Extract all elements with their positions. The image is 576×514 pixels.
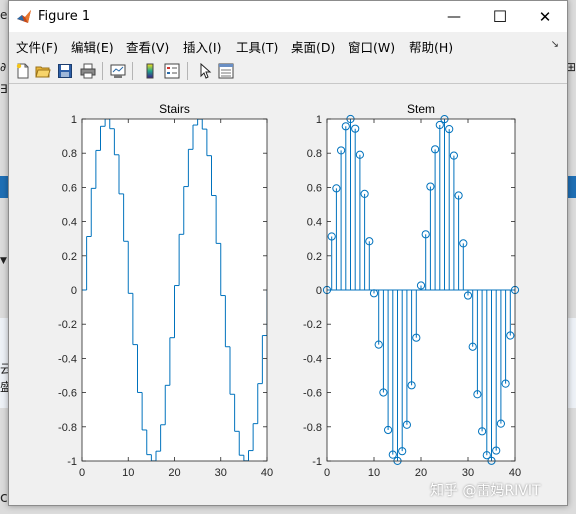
y-tick-label: 0 xyxy=(71,285,77,297)
new-figure-icon[interactable] xyxy=(13,61,33,81)
minimize-button[interactable]: — xyxy=(431,1,477,32)
background-panel-right xyxy=(568,318,576,408)
stairs-axes[interactable]: Stairs-1-0.8-0.6-0.4-0.200.20.40.60.810 1… xyxy=(58,102,273,479)
maximize-button[interactable]: ☐ xyxy=(477,1,523,32)
close-icon: ✕ xyxy=(538,7,552,26)
y-tick-label: -1 xyxy=(312,456,322,468)
menu-file[interactable]: 文件(F) xyxy=(16,37,58,56)
y-tick-label: -0.2 xyxy=(58,319,77,331)
insert-colorbar-icon[interactable] xyxy=(140,61,160,81)
x-tick-label: 20 xyxy=(168,467,180,479)
background-blue-bar-left xyxy=(0,176,8,198)
title-bar[interactable]: Figure 1 — ☐ ✕ xyxy=(9,1,567,32)
toolbar-separator xyxy=(187,62,188,80)
x-tick-label: 40 xyxy=(261,467,273,479)
y-tick-label: 0.8 xyxy=(62,148,77,160)
matlab-app-icon xyxy=(17,10,31,23)
y-tick-label: -0.4 xyxy=(58,353,77,365)
y-tick-label: 0.8 xyxy=(307,148,322,160)
y-tick-label: 0.6 xyxy=(307,182,322,194)
toolbar-separator xyxy=(102,62,103,80)
y-tick-label: 1 xyxy=(71,114,77,126)
menu-window[interactable]: 窗口(W) xyxy=(348,37,395,56)
background-blue-bar-right xyxy=(568,176,576,198)
background-text-fragment: e xyxy=(0,8,8,22)
y-tick-label: -0.6 xyxy=(303,388,322,400)
y-tick-label: -0.2 xyxy=(303,319,322,331)
x-tick-label: 10 xyxy=(368,467,380,479)
x-tick-label: 0 xyxy=(79,467,85,479)
y-tick-label: 0.2 xyxy=(307,251,322,263)
axes-title: Stairs xyxy=(159,102,190,116)
x-tick-label: 10 xyxy=(122,467,134,479)
figure-window: Figure 1 — ☐ ✕ 文件(F) 编辑(E) 查看(V) 插入(I) 工… xyxy=(8,0,568,506)
menu-tools[interactable]: 工具(T) xyxy=(236,37,278,56)
edit-plot-icon[interactable] xyxy=(195,61,215,81)
save-icon[interactable] xyxy=(55,61,75,81)
print-icon[interactable] xyxy=(78,61,98,81)
y-tick-label: 0.6 xyxy=(62,182,77,194)
toolbar-separator xyxy=(132,62,133,80)
y-tick-label: 0.4 xyxy=(307,217,322,229)
menu-dock-arrow-icon[interactable]: ↘ xyxy=(551,39,559,50)
close-button[interactable]: ✕ xyxy=(522,1,568,32)
y-tick-label: -0.8 xyxy=(58,422,77,434)
link-plot-icon[interactable] xyxy=(108,61,128,81)
menu-help[interactable]: 帮助(H) xyxy=(409,37,453,56)
menu-edit[interactable]: 编辑(E) xyxy=(71,37,114,56)
menu-desktop[interactable]: 桌面(D) xyxy=(291,37,335,56)
figure-toolbar xyxy=(9,58,567,84)
property-inspector-icon[interactable] xyxy=(216,61,236,81)
axes-title: Stem xyxy=(407,102,435,116)
minimize-icon: — xyxy=(447,8,461,25)
menu-bar: 文件(F) 编辑(E) 查看(V) 插入(I) 工具(T) 桌面(D) 窗口(W… xyxy=(9,32,567,58)
x-tick-label: 0 xyxy=(324,467,330,479)
y-tick-label: 1 xyxy=(316,114,322,126)
menu-view[interactable]: 查看(V) xyxy=(126,37,169,56)
background-text-fragment: ▼ xyxy=(0,256,7,266)
maximize-icon: ☐ xyxy=(492,7,508,26)
y-tick-label: 0.2 xyxy=(62,251,77,263)
insert-legend-icon[interactable] xyxy=(162,61,182,81)
y-tick-label: 0 xyxy=(316,285,322,297)
y-tick-label: -0.8 xyxy=(303,422,322,434)
window-title: Figure 1 xyxy=(38,9,91,24)
y-tick-label: -0.4 xyxy=(303,353,322,365)
background-text-fragment: ∂ xyxy=(0,60,7,74)
background-text-fragment: ∃ xyxy=(0,82,8,96)
stem-axes[interactable]: Stem-1-0.8-0.6-0.4-0.200.20.40.60.810 10 2… xyxy=(303,102,521,479)
x-tick-label: 30 xyxy=(215,467,227,479)
watermark-text: 知乎 @雷妈RIVIT xyxy=(430,483,541,499)
x-tick-label: 30 xyxy=(462,467,474,479)
y-tick-label: -0.6 xyxy=(58,388,77,400)
x-tick-label: 20 xyxy=(415,467,427,479)
y-tick-label: 0.4 xyxy=(62,217,77,229)
open-file-icon[interactable] xyxy=(33,61,53,81)
figure-canvas[interactable]: Stairs-1-0.8-0.6-0.4-0.200.20.40.60.810 1… xyxy=(9,85,567,505)
menu-insert[interactable]: 插入(I) xyxy=(183,37,221,56)
y-tick-label: -1 xyxy=(67,456,77,468)
x-tick-label: 40 xyxy=(509,467,521,479)
